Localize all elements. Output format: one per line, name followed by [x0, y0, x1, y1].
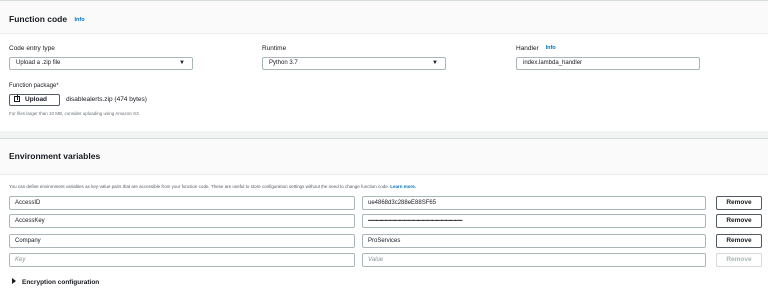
- code-entry-type-select[interactable]: Upload a .zip file ▼: [9, 57, 193, 70]
- caret-down-icon: ▼: [179, 60, 185, 66]
- environment-variables-title: Environment variables: [9, 151, 101, 161]
- runtime-select[interactable]: Python 3.7 ▼: [262, 57, 446, 70]
- code-entry-type-label: Code entry type: [9, 45, 55, 52]
- function-code-info-link[interactable]: Info: [74, 17, 84, 23]
- env-value-input[interactable]: ProServices: [362, 234, 706, 248]
- upload-size-hint: For files larger than 10 MB, consider up…: [9, 111, 140, 116]
- handler-info-link[interactable]: Info: [546, 45, 556, 51]
- handler-label-text: Handler: [516, 45, 539, 52]
- remove-button[interactable]: Remove: [716, 196, 762, 210]
- upload-button-label: Upload: [25, 96, 48, 103]
- env-var-row: Company ProServices Remove: [0, 234, 768, 248]
- encryption-configuration-toggle[interactable]: Encryption configuration: [12, 278, 99, 286]
- function-code-panel: Function code Info Code entry type Uploa…: [0, 0, 768, 131]
- code-entry-type-value: Upload a .zip file: [16, 60, 61, 66]
- function-code-header: Function code Info: [0, 1, 768, 34]
- upload-button[interactable]: Upload: [9, 94, 60, 106]
- caret-down-icon: ▼: [432, 60, 438, 66]
- remove-button-disabled: Remove: [716, 253, 762, 267]
- uploaded-file-name: disablealerts.zip (474 bytes): [66, 96, 147, 103]
- env-var-row: AccessID ue4868d3c288eE88SF65 Remove: [0, 196, 768, 210]
- function-package-label: Function package*: [9, 83, 59, 89]
- env-value-input[interactable]: ue4868d3c288eE88SF65: [362, 196, 706, 210]
- runtime-value: Python 3.7: [269, 60, 298, 66]
- environment-variables-description: You can define environment variables as …: [9, 184, 416, 189]
- environment-variables-panel: Environment variables You can define env…: [0, 138, 768, 295]
- env-key-input[interactable]: AccessID: [9, 196, 355, 210]
- remove-button[interactable]: Remove: [716, 214, 762, 228]
- env-value-input[interactable]: ••••••••••••••••••••••••••••••••••••••••…: [362, 214, 706, 228]
- environment-variables-header: Environment variables: [0, 139, 768, 175]
- learn-more-link[interactable]: Learn more.: [390, 184, 416, 189]
- env-key-input[interactable]: AccessKey: [9, 214, 355, 228]
- encryption-configuration-label: Encryption configuration: [22, 279, 100, 286]
- upload-icon: [14, 95, 20, 102]
- caret-right-icon: [12, 278, 16, 284]
- env-var-row: AccessKey ••••••••••••••••••••••••••••••…: [0, 214, 768, 228]
- new-key-input[interactable]: Key: [9, 253, 355, 267]
- remove-button[interactable]: Remove: [716, 234, 762, 248]
- description-text: You can define environment variables as …: [9, 184, 389, 189]
- function-code-title-text: Function code: [9, 14, 68, 24]
- handler-label: Handler Info: [516, 45, 556, 52]
- env-key-input[interactable]: Company: [9, 234, 355, 248]
- new-value-input[interactable]: Value: [362, 253, 706, 267]
- handler-input[interactable]: index.lambda_handler: [516, 57, 700, 70]
- function-code-title: Function code Info: [9, 14, 85, 24]
- env-var-new-row: Key Value Remove: [0, 253, 768, 267]
- runtime-label: Runtime: [262, 45, 287, 52]
